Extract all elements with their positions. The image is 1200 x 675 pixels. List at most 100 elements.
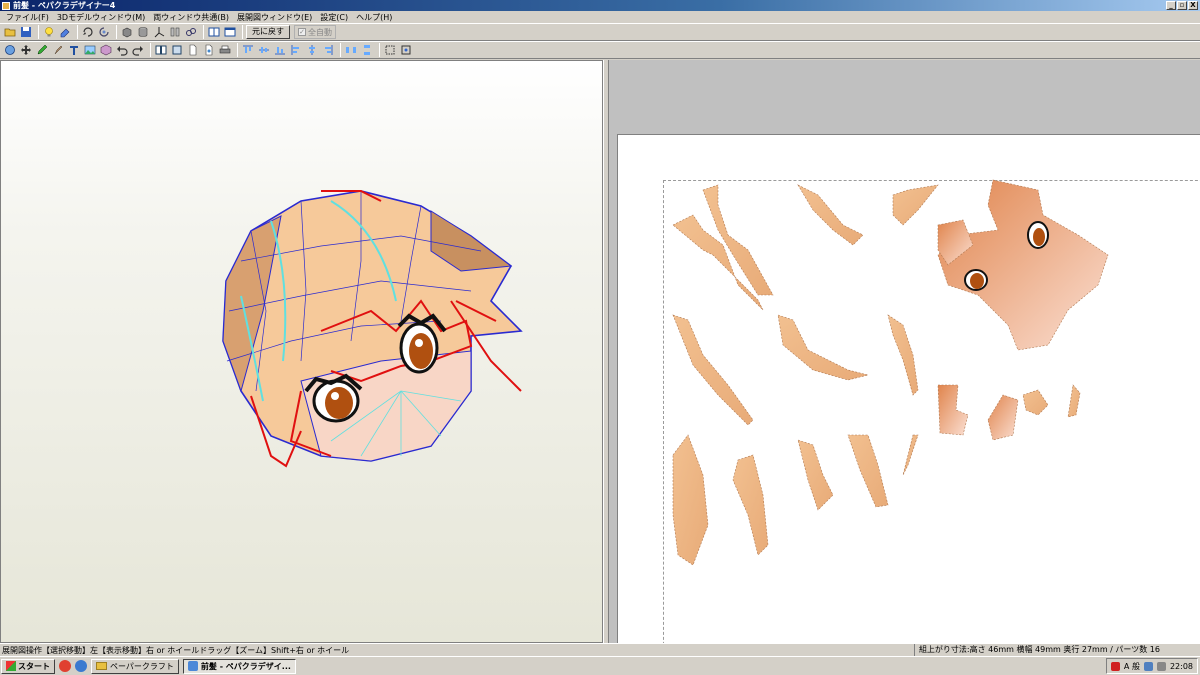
unfold-2d-view[interactable] <box>609 60 1200 643</box>
folder-icon <box>96 662 107 670</box>
rotate-part-icon[interactable] <box>97 25 111 39</box>
lightbulb-icon[interactable] <box>42 25 56 39</box>
main-toolbar: 元に戻す ✓ 全自動 <box>0 23 1200 41</box>
texture-icon[interactable] <box>120 25 134 39</box>
part-13 <box>1022 389 1049 416</box>
single-view-icon[interactable] <box>223 25 237 39</box>
undo-button[interactable]: 元に戻す <box>246 25 290 39</box>
cube-icon[interactable] <box>99 43 113 57</box>
part-3 <box>797 184 864 246</box>
auto-label: 全自動 <box>308 27 332 37</box>
image-icon[interactable] <box>83 43 97 57</box>
menu-help[interactable]: ヘルプ(H) <box>352 12 396 23</box>
pencil-icon[interactable] <box>35 43 49 57</box>
open-folder-icon[interactable] <box>3 25 17 39</box>
toolbar-separator <box>379 43 380 57</box>
cheek-part-2 <box>987 394 1019 441</box>
ime-indicator[interactable]: A 般 <box>1124 661 1140 672</box>
distribute-h-icon[interactable] <box>344 43 358 57</box>
axis-icon[interactable] <box>152 25 166 39</box>
part-11 <box>847 434 889 508</box>
save-icon[interactable] <box>19 25 33 39</box>
paper-sheet <box>617 134 1200 643</box>
bounding-box-icon[interactable] <box>383 43 397 57</box>
split-view-icon[interactable] <box>207 25 221 39</box>
redo-arrow-icon[interactable] <box>131 43 145 57</box>
status-dimensions: 組上がり寸法:高さ 46mm 横幅 49mm 奥行 27mm / パーツ数 16 <box>913 643 1200 657</box>
part-7 <box>887 314 919 396</box>
zoom-page-icon[interactable] <box>202 43 216 57</box>
menu-unfold-window[interactable]: 展開図ウィンドウ(E) <box>233 12 316 23</box>
align-middle-icon[interactable] <box>257 43 271 57</box>
toolbar-separator <box>77 25 78 39</box>
checkbox-icon: ✓ <box>298 28 306 36</box>
align-top-icon[interactable] <box>241 43 255 57</box>
select-icon[interactable] <box>3 43 17 57</box>
taskbar: スタート ペーパークラフト 前髪 - ペパクラデザイ... A 般 22:08 <box>0 656 1200 675</box>
minimize-button[interactable]: _ <box>1166 1 1176 10</box>
system-tray: A 般 22:08 <box>1105 658 1198 674</box>
part-10 <box>797 439 834 511</box>
face-part-upper <box>937 179 1109 351</box>
status-bar: 展開図操作【選択移動】左【表示移動】右 or ホイールドラッグ【ズーム】Shif… <box>0 643 1200 657</box>
auto-toggle[interactable]: ✓ 全自動 <box>294 25 336 39</box>
windows-flag-icon <box>6 661 16 671</box>
align-center-icon[interactable] <box>305 43 319 57</box>
eraser-icon[interactable] <box>58 25 72 39</box>
status-hint: 展開図操作【選択移動】左【表示移動】右 or ホイールドラッグ【ズーム】Shif… <box>2 645 350 655</box>
unfolded-parts <box>672 179 1109 566</box>
start-button[interactable]: スタート <box>1 658 55 674</box>
link-icon[interactable] <box>184 25 198 39</box>
unfold-eye-1 <box>1027 221 1049 249</box>
ie-icon[interactable] <box>75 660 87 672</box>
fit-icon[interactable] <box>170 43 184 57</box>
toolbar-separator <box>203 25 204 39</box>
toolbar-separator <box>38 25 39 39</box>
book-icon[interactable] <box>154 43 168 57</box>
brush-icon[interactable] <box>51 43 65 57</box>
menu-both-windows[interactable]: 両ウィンドウ共通(B) <box>149 12 233 23</box>
align-right-icon[interactable] <box>321 43 335 57</box>
part-9 <box>732 454 769 556</box>
columns-icon[interactable] <box>168 25 182 39</box>
network-icon[interactable] <box>1143 661 1153 671</box>
toolbar-separator <box>116 25 117 39</box>
task-label: ペーパークラフト <box>110 661 174 671</box>
distribute-v-icon[interactable] <box>360 43 374 57</box>
fit-selection-icon[interactable] <box>399 43 413 57</box>
edit-toolbar <box>0 41 1200 59</box>
menu-3d-window[interactable]: 3Dモデルウィンドウ(M) <box>53 12 149 23</box>
page-icon[interactable] <box>186 43 200 57</box>
title-bar: 前髪 - ペパクラデザイナー4 _ ▫ X <box>0 0 1200 11</box>
part-5 <box>672 314 754 426</box>
task-pepakura[interactable]: 前髪 - ペパクラデザイ... <box>182 658 296 674</box>
chrome-icon[interactable] <box>59 660 71 672</box>
start-label: スタート <box>18 661 50 671</box>
part-6 <box>777 314 869 381</box>
toolbar-separator <box>242 25 243 39</box>
tray-app-icon[interactable] <box>1110 661 1120 671</box>
model-3d-view[interactable] <box>0 60 603 643</box>
menu-bar: ファイル(F) 3Dモデルウィンドウ(M) 両ウィンドウ共通(B) 展開図ウィン… <box>0 11 1200 23</box>
cylinder-icon[interactable] <box>136 25 150 39</box>
align-bottom-icon[interactable] <box>273 43 287 57</box>
pepakura-icon <box>187 661 198 671</box>
task-papercraft-folder[interactable]: ペーパークラフト <box>91 658 179 674</box>
menu-settings[interactable]: 設定(C) <box>316 12 352 23</box>
move-icon[interactable] <box>19 43 33 57</box>
restore-button[interactable]: ▫ <box>1177 1 1187 10</box>
hair-model-3d <box>222 190 523 468</box>
menu-file[interactable]: ファイル(F) <box>2 12 53 23</box>
print-icon[interactable] <box>218 43 232 57</box>
window-title: 前髪 - ペパクラデザイナー4 <box>13 1 116 10</box>
rotate-model-icon[interactable] <box>81 25 95 39</box>
align-left-icon[interactable] <box>289 43 303 57</box>
text-tool-icon[interactable] <box>67 43 81 57</box>
close-button[interactable]: X <box>1188 1 1198 10</box>
part-4 <box>892 184 939 226</box>
undo-arrow-icon[interactable] <box>115 43 129 57</box>
unfold-eye-2 <box>964 269 988 291</box>
toolbar-separator <box>150 43 151 57</box>
part-14 <box>1067 384 1081 418</box>
volume-icon[interactable] <box>1156 661 1166 671</box>
